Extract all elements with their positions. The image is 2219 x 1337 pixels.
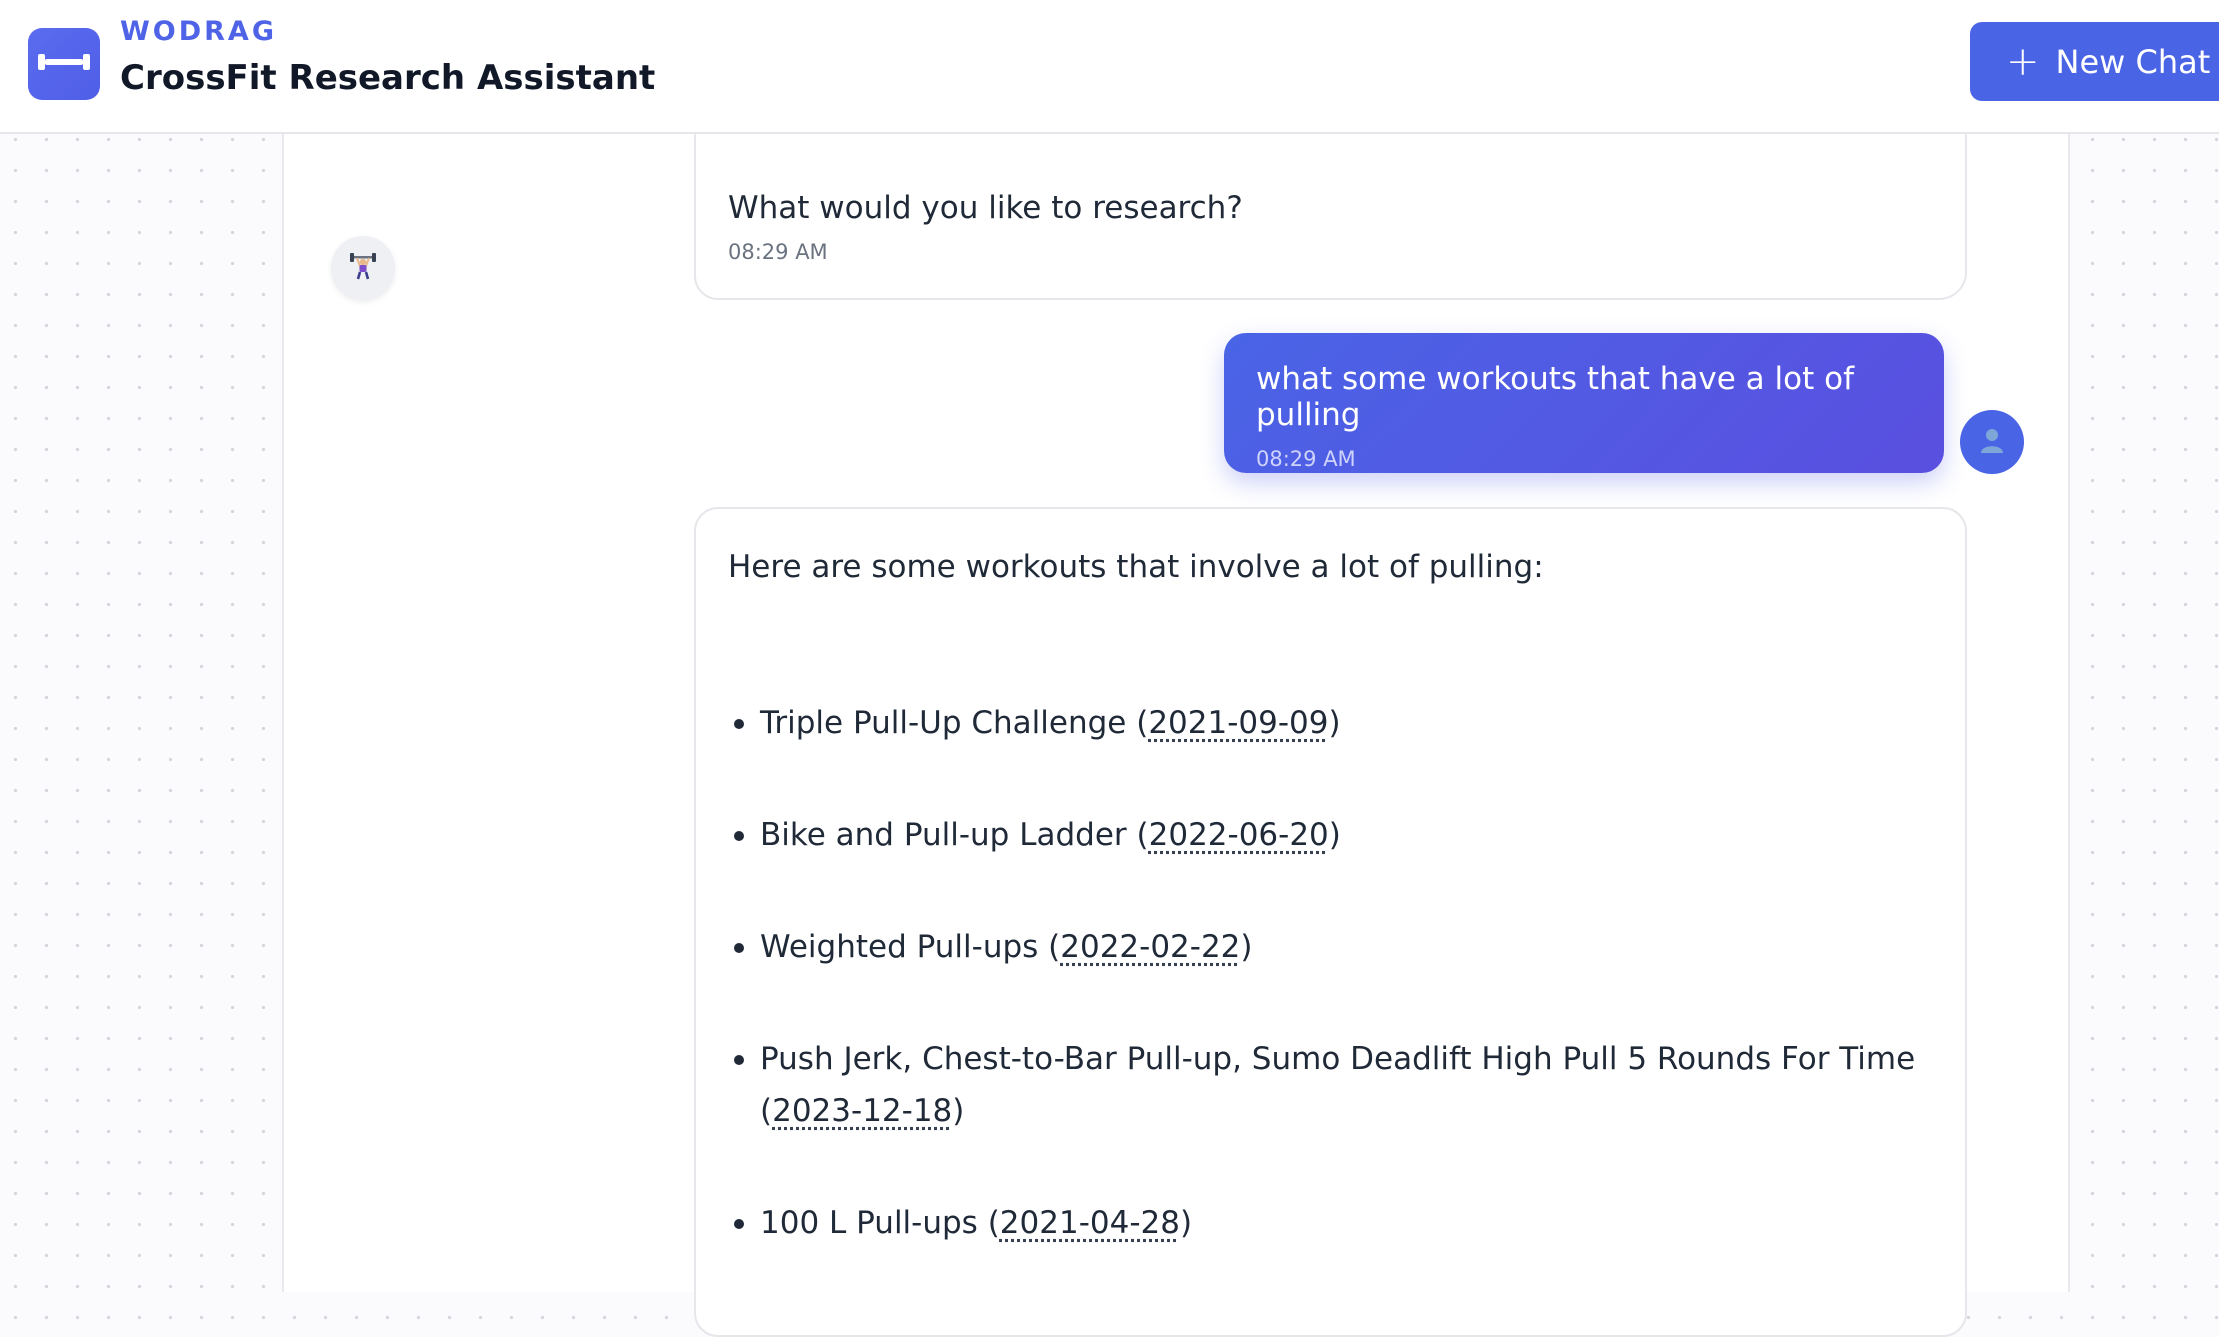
workout-name: 100 L Pull-ups: [760, 1205, 978, 1241]
workout-date-link[interactable]: 2022-02-22: [1060, 929, 1240, 965]
list-item: Triple Pull-Up Challenge (2021-09-09): [728, 697, 1933, 749]
assistant-message: Here are some workouts that involve a lo…: [694, 507, 1967, 1337]
list-item: 100 L Pull-ups (2021-04-28): [728, 1197, 1933, 1249]
plus-icon: +: [2006, 42, 2040, 82]
user-avatar: [1960, 410, 2024, 474]
assistant-avatar: [331, 236, 395, 300]
chat-panel[interactable]: What would you like to research? 08:29 A…: [282, 0, 2070, 1292]
list-item: Push Jerk, Chest-to-Bar Pull-up, Sumo De…: [728, 1033, 1933, 1137]
app-header: WODRAG CrossFit Research Assistant + New…: [0, 0, 2219, 134]
user-icon: [1977, 425, 2007, 459]
message-timestamp: 08:29 AM: [1256, 447, 1912, 471]
dumbbell-icon: [36, 50, 92, 78]
workout-date-link[interactable]: 2021-04-28: [1000, 1205, 1180, 1241]
workout-date-link[interactable]: 2022-06-20: [1149, 817, 1329, 853]
page-title: CrossFit Research Assistant: [120, 58, 655, 98]
workout-date-link[interactable]: 2023-12-18: [772, 1093, 952, 1129]
message-intro: Here are some workouts that involve a lo…: [728, 549, 1933, 585]
list-item: Bike and Pull-up Ladder (2022-06-20): [728, 809, 1933, 861]
workout-name: Push Jerk, Chest-to-Bar Pull-up, Sumo De…: [760, 1041, 1915, 1077]
brand-name: WODRAG: [120, 16, 277, 47]
weightlifter-icon: [348, 251, 378, 285]
workout-name: Triple Pull-Up Challenge: [760, 705, 1126, 741]
message-text: what some workouts that have a lot of pu…: [1256, 361, 1912, 433]
app-logo: [28, 28, 100, 100]
workout-date-link[interactable]: 2021-09-09: [1148, 705, 1328, 741]
workout-name: Weighted Pull-ups: [760, 929, 1038, 965]
message-text: What would you like to research?: [728, 190, 1933, 226]
user-message: what some workouts that have a lot of pu…: [1224, 333, 1944, 473]
workout-list: Triple Pull-Up Challenge (2021-09-09) Bi…: [728, 697, 1933, 1249]
workout-name: Bike and Pull-up Ladder: [760, 817, 1127, 853]
message-timestamp: 08:29 AM: [728, 240, 1933, 264]
new-chat-label: New Chat: [2056, 43, 2211, 81]
list-item: Weighted Pull-ups (2022-02-22): [728, 921, 1933, 973]
new-chat-button[interactable]: + New Chat: [1970, 22, 2219, 101]
